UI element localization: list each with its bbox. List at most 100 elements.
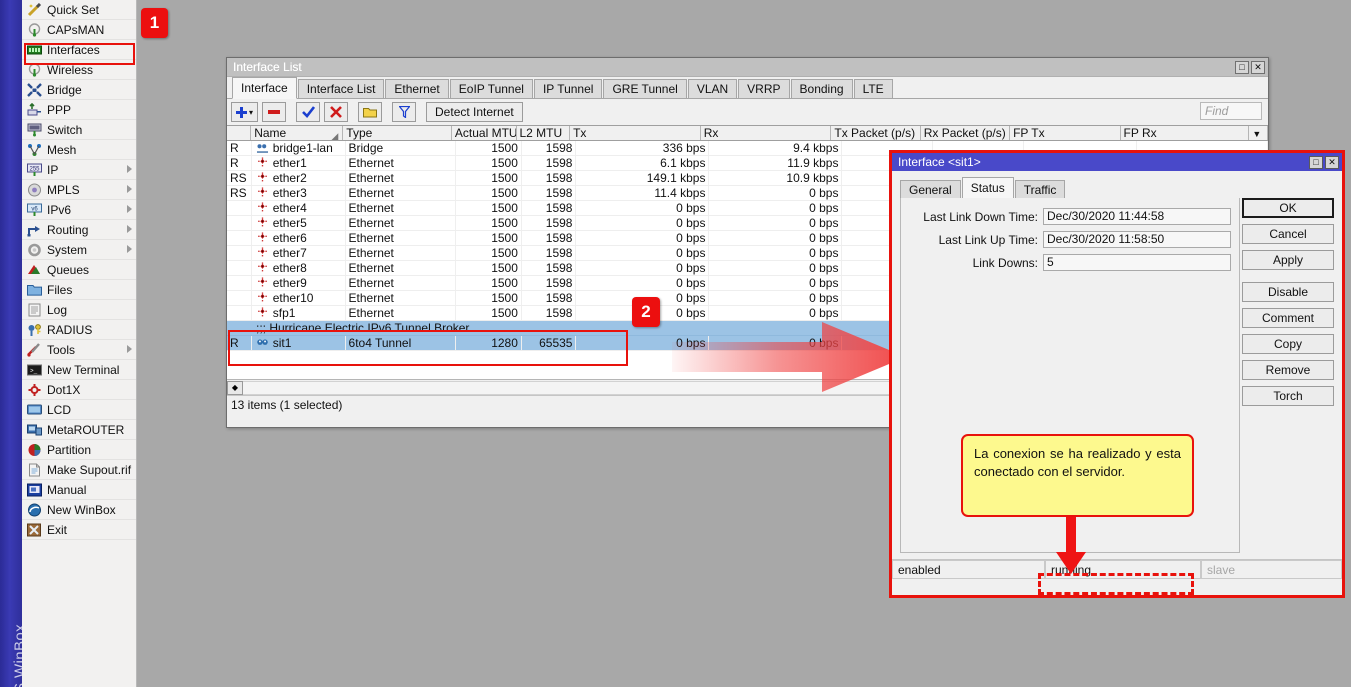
sidebar-item-make-supout-rif[interactable]: Make Supout.rif (22, 460, 136, 480)
cell-flags: R (227, 336, 252, 350)
close-icon[interactable]: ✕ (1251, 61, 1265, 74)
folder-icon (363, 107, 377, 118)
apply-button[interactable]: Apply (1242, 250, 1334, 270)
column-header[interactable]: Tx (570, 126, 701, 140)
dialog-maximize-icon[interactable]: □ (1309, 156, 1323, 169)
sidebar-item-routing[interactable]: Routing (22, 220, 136, 240)
ok-button[interactable]: OK (1242, 198, 1334, 218)
sidebar-item-lcd[interactable]: LCD (22, 400, 136, 420)
antenna-icon (27, 63, 42, 77)
sidebar-item-quick-set[interactable]: Quick Set (22, 0, 136, 20)
sidebar-item-radius[interactable]: RADIUS (22, 320, 136, 340)
tab-gre-tunnel[interactable]: GRE Tunnel (603, 79, 686, 98)
remove-button[interactable]: Remove (1242, 360, 1334, 380)
chevron-right-icon (127, 225, 132, 233)
column-header[interactable]: Tx Packet (p/s) (831, 126, 920, 140)
column-header[interactable]: FP Rx (1121, 126, 1250, 140)
sidebar-item-mpls[interactable]: MPLS (22, 180, 136, 200)
sidebar-item-label: Log (47, 303, 67, 317)
sidebar-item-mesh[interactable]: Mesh (22, 140, 136, 160)
tab-ethernet[interactable]: Ethernet (385, 79, 448, 98)
sidebar-item-queues[interactable]: Queues (22, 260, 136, 280)
chevron-down-icon[interactable]: ▾ (249, 108, 253, 117)
sidebar-item-capsman[interactable]: CAPsMAN (22, 20, 136, 40)
log-icon (27, 303, 42, 317)
sidebar-item-new-terminal[interactable]: >_New Terminal (22, 360, 136, 380)
sidebar-item-files[interactable]: Files (22, 280, 136, 300)
disable-button[interactable] (324, 102, 348, 122)
dialog-tab-general[interactable]: General (900, 180, 961, 199)
torch-button[interactable]: Torch (1242, 386, 1334, 406)
dialog-tab-traffic[interactable]: Traffic (1015, 180, 1066, 199)
row-name-label: ether3 (273, 186, 307, 200)
exit-icon (27, 523, 42, 537)
callout-down-arrow (1050, 512, 1094, 578)
tab-interface-list[interactable]: Interface List (298, 79, 385, 98)
cell-l2-mtu: 1598 (522, 231, 577, 245)
cell-name: ether3 (252, 186, 346, 200)
add-button[interactable]: ▾ (231, 102, 258, 122)
sidebar-item-manual[interactable]: Manual (22, 480, 136, 500)
remove-button[interactable] (262, 102, 286, 122)
sidebar-item-wireless[interactable]: Wireless (22, 60, 136, 80)
maximize-icon[interactable]: □ (1235, 61, 1249, 74)
field-value-input[interactable]: Dec/30/2020 11:58:50 (1043, 231, 1231, 248)
sidebar-item-partition[interactable]: Partition (22, 440, 136, 460)
bridge-row-icon (256, 142, 269, 154)
cell-l2-mtu: 1598 (522, 156, 577, 170)
comment-button[interactable] (358, 102, 382, 122)
detect-internet-button[interactable]: Detect Internet (426, 102, 523, 122)
tab-vrrp[interactable]: VRRP (738, 79, 789, 98)
dialog-tab-status[interactable]: Status (962, 177, 1014, 199)
tab-vlan[interactable]: VLAN (688, 79, 737, 98)
column-header[interactable]: Rx Packet (p/s) (921, 126, 1010, 140)
tab-lte[interactable]: LTE (854, 79, 893, 98)
sidebar-item-log[interactable]: Log (22, 300, 136, 320)
field-value-input[interactable]: Dec/30/2020 11:44:58 (1043, 208, 1231, 225)
disable-button[interactable]: Disable (1242, 282, 1334, 302)
find-input[interactable]: Find (1200, 102, 1262, 120)
column-header[interactable]: FP Tx (1010, 126, 1120, 140)
sidebar-item-exit[interactable]: Exit (22, 520, 136, 540)
sidebar-item-tools[interactable]: Tools (22, 340, 136, 360)
sidebar-item-new-winbox[interactable]: New WinBox (22, 500, 136, 520)
cancel-button[interactable]: Cancel (1242, 224, 1334, 244)
column-header[interactable]: Rx (701, 126, 832, 140)
sidebar-item-bridge[interactable]: Bridge (22, 80, 136, 100)
cell-flags (227, 246, 252, 260)
copy-button[interactable]: Copy (1242, 334, 1334, 354)
column-chooser-button[interactable]: ▼ (1249, 126, 1268, 140)
tab-interface[interactable]: Interface (232, 77, 297, 99)
cell-rx: 0 bps (709, 246, 842, 260)
column-header[interactable]: Name◢ (251, 126, 343, 140)
ppp-icon (27, 103, 42, 117)
tab-ip-tunnel[interactable]: IP Tunnel (534, 79, 602, 98)
row-name-label: ether1 (273, 156, 307, 170)
column-header[interactable]: L2 MTU (517, 126, 571, 140)
tab-eoip-tunnel[interactable]: EoIP Tunnel (450, 79, 533, 98)
scroll-left-icon[interactable]: ◆ (227, 381, 243, 395)
sidebar-item-system[interactable]: System (22, 240, 136, 260)
sidebar-item-ip[interactable]: 255IP (22, 160, 136, 180)
partition-icon (27, 443, 42, 457)
sidebar-item-ppp[interactable]: PPP (22, 100, 136, 120)
sidebar-item-ipv6[interactable]: v6IPv6 (22, 200, 136, 220)
filter-button[interactable] (392, 102, 416, 122)
sidebar-item-metarouter[interactable]: MetaROUTER (22, 420, 136, 440)
comment-button[interactable]: Comment (1242, 308, 1334, 328)
metarouter-icon (27, 423, 42, 437)
field-value-input[interactable]: 5 (1043, 254, 1231, 271)
enable-button[interactable] (296, 102, 320, 122)
sidebar-item-interfaces[interactable]: Interfaces (22, 40, 136, 60)
dialog-close-icon[interactable]: ✕ (1325, 156, 1339, 169)
sidebar-item-switch[interactable]: Switch (22, 120, 136, 140)
ethernet-row-icon (256, 232, 269, 244)
ethernet-row-icon (256, 187, 269, 199)
column-header[interactable]: Actual MTU (452, 126, 517, 140)
column-header[interactable] (227, 126, 251, 140)
column-header[interactable]: Type (343, 126, 452, 140)
sidebar-item-dot1x[interactable]: Dot1X (22, 380, 136, 400)
tab-bonding[interactable]: Bonding (791, 79, 853, 98)
cell-rx: 0 bps (709, 261, 842, 275)
ipv6-icon: v6 (27, 203, 42, 217)
